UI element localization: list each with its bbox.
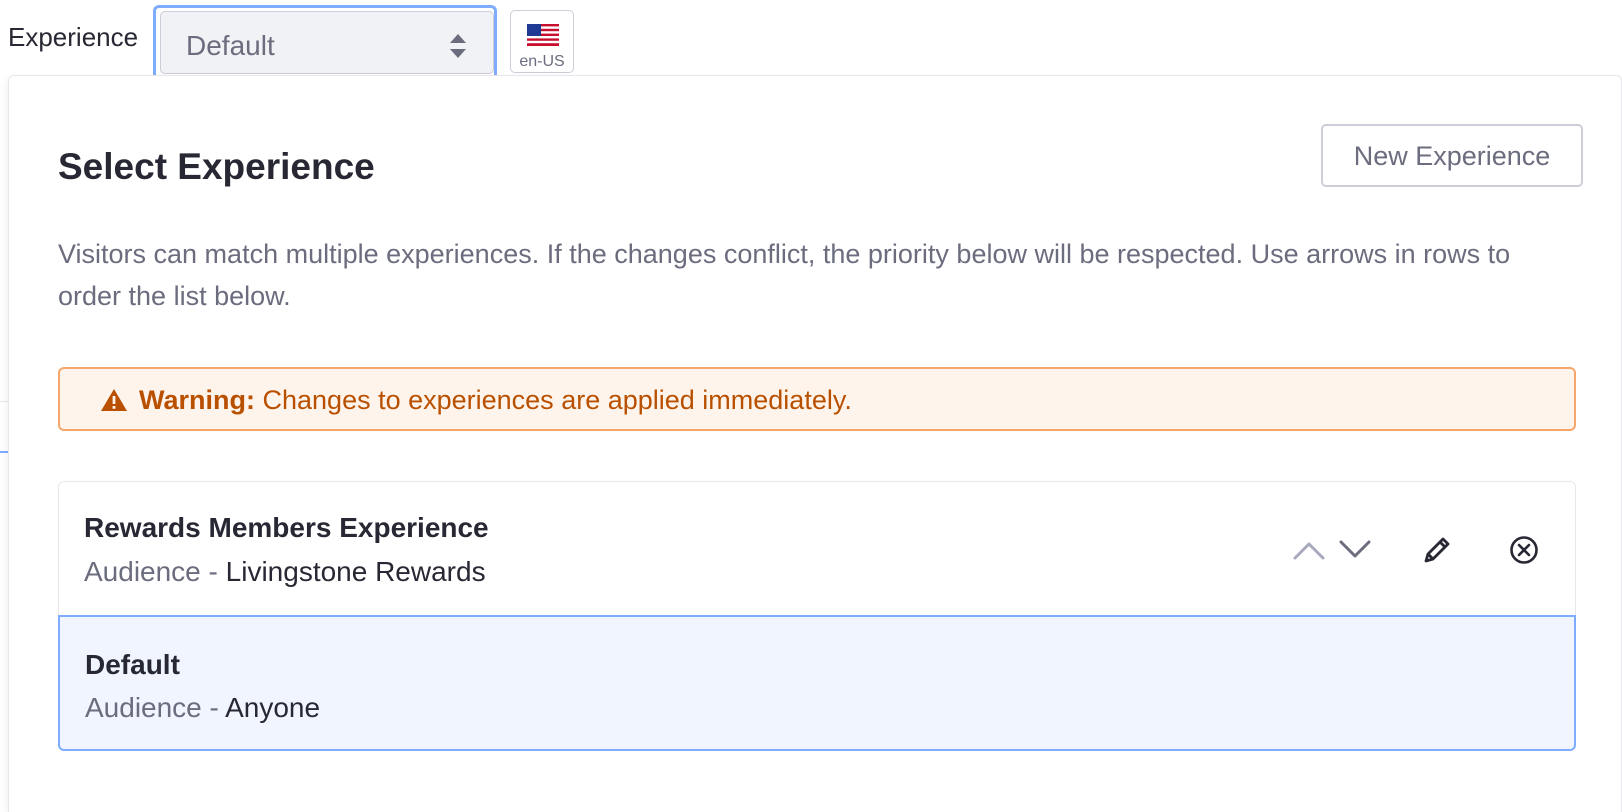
experience-toolbar: Experience Default en-US <box>0 0 1622 77</box>
warning-text: Warning: Changes to experiences are appl… <box>139 385 852 416</box>
audience-value: Livingstone Rewards <box>225 556 486 587</box>
experience-select[interactable]: Default <box>160 11 494 74</box>
experience-row-default[interactable]: Default Audience - Anyone <box>58 615 1576 751</box>
warning-alert: Warning: Changes to experiences are appl… <box>58 367 1576 431</box>
delete-experience-button[interactable] <box>1502 528 1546 572</box>
move-down-button[interactable] <box>1335 530 1375 570</box>
times-circle-icon <box>1510 536 1538 564</box>
audience-separator: - <box>200 556 226 587</box>
language-code: en-US <box>519 53 565 70</box>
experience-audience: Audience - Anyone <box>85 692 320 724</box>
audience-label: Audience <box>85 692 202 723</box>
chevron-up-icon <box>1293 542 1325 560</box>
experience-label: Experience <box>8 22 139 52</box>
experience-select-value: Default <box>186 30 275 61</box>
new-experience-button[interactable]: New Experience <box>1321 124 1583 187</box>
select-arrows-icon <box>450 34 466 58</box>
experience-name: Default <box>85 649 180 680</box>
audience-separator: - <box>201 692 226 723</box>
experience-audience: Audience - Livingstone Rewards <box>84 556 486 588</box>
select-experience-panel: Select Experience New Experience Visitor… <box>8 75 1622 812</box>
experience-list: Rewards Members Experience Audience - Li… <box>58 481 1576 751</box>
experience-row-rewards[interactable]: Rewards Members Experience Audience - Li… <box>58 481 1576 616</box>
warning-message: Changes to experiences are applied immed… <box>262 385 852 415</box>
move-up-button[interactable] <box>1289 530 1329 570</box>
audience-value: Anyone <box>225 692 321 723</box>
pencil-icon <box>1424 537 1450 563</box>
panel-description: Visitors can match multiple experiences.… <box>58 239 1511 311</box>
audience-label: Audience <box>84 556 201 587</box>
us-flag-icon <box>527 24 559 46</box>
chevron-down-icon <box>1339 540 1371 558</box>
experience-name: Rewards Members Experience <box>84 512 489 543</box>
panel-title: Select Experience <box>58 146 375 187</box>
warning-title: Warning: <box>139 385 255 415</box>
warning-triangle-icon <box>101 389 127 411</box>
edit-experience-button[interactable] <box>1415 528 1459 572</box>
language-selector-button[interactable]: en-US <box>510 10 574 73</box>
